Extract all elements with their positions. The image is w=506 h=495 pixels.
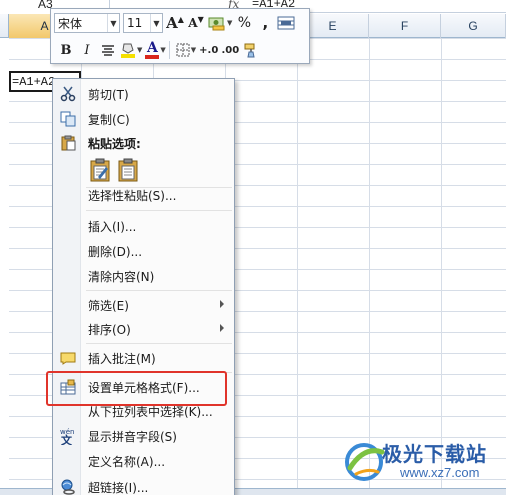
watermark: 极光下载站 www.xz7.com <box>340 436 506 488</box>
menu-item-copy[interactable]: 复制(C) <box>53 107 234 131</box>
watermark-url: www.xz7.com <box>400 465 480 480</box>
menu-separator <box>86 290 232 291</box>
menu-separator <box>86 210 232 211</box>
shrink-font-button[interactable]: A ▼ <box>187 13 205 33</box>
menu-item-cut[interactable]: 剪切(T) <box>53 82 234 106</box>
scissors-icon <box>59 86 76 102</box>
menu-item-filter[interactable]: 筛选(E) <box>53 293 234 317</box>
font-color-button[interactable]: A ▼ <box>145 39 166 60</box>
gridline <box>369 38 370 488</box>
menu-item-delete[interactable]: 删除(D)... <box>53 239 234 263</box>
menu-item-label: 排序(O) <box>88 323 131 337</box>
menu-item-label: 删除(D)... <box>88 245 143 259</box>
align-center-icon <box>102 45 114 56</box>
menu-item-label: 插入(I)... <box>88 220 137 234</box>
column-header-f[interactable]: F <box>369 14 441 38</box>
italic-button[interactable]: I <box>78 40 96 60</box>
menu-item-label: 选择性粘贴(S)... <box>88 189 177 203</box>
paste-values-button[interactable] <box>116 157 140 183</box>
menu-item-label: 剪切(T) <box>88 88 129 102</box>
chevron-down-icon: ▼ <box>107 14 119 32</box>
gridline <box>441 38 442 488</box>
menu-item-sort[interactable]: 排序(O) <box>53 317 234 341</box>
phonetic-icon: wén 文 <box>59 428 76 445</box>
comment-icon <box>59 350 76 366</box>
menu-separator <box>86 343 232 344</box>
menu-item-show-phonetic[interactable]: wén 文 显示拼音字段(S) <box>53 424 234 448</box>
font-name-value: 宋体 <box>58 16 83 31</box>
font-size-select[interactable]: 11 ▼ <box>123 13 163 33</box>
comma-style-button[interactable]: , <box>256 13 274 33</box>
menu-item-label: 插入批注(M) <box>88 352 156 366</box>
borders-icon <box>176 43 190 57</box>
mini-toolbar: 宋体 ▼ 11 ▼ A ▲ A ▼ ▼ % , B I ▼ A ▼ ▼ +.0 … <box>50 8 310 64</box>
percent-button[interactable]: % <box>235 13 253 33</box>
annotation-highlight-box <box>46 371 227 406</box>
merge-center-button[interactable] <box>277 13 295 33</box>
mini-toolbar-row-2: B I ▼ A ▼ ▼ +.0 .00 <box>54 39 260 61</box>
grow-font-icon: A <box>166 14 178 32</box>
menu-item-label: 筛选(E) <box>88 299 129 313</box>
submenu-arrow-icon <box>220 324 224 332</box>
gridline <box>297 38 298 488</box>
merge-cells-icon <box>277 16 295 30</box>
fill-color-swatch <box>121 54 135 58</box>
context-menu: 剪切(T) 复制(C) 粘贴选项: 选择性粘贴(S)... 插入(I)... 删… <box>52 78 235 495</box>
font-size-value: 11 <box>127 16 143 30</box>
menu-item-insert[interactable]: 插入(I)... <box>53 214 234 238</box>
select-all-corner[interactable] <box>0 14 9 38</box>
toolbar-separator <box>168 41 170 59</box>
font-color-icon: A <box>146 39 158 56</box>
currency-icon <box>208 17 225 31</box>
paste-values-icon <box>118 158 138 182</box>
menu-item-clear-contents[interactable]: 清除内容(N) <box>53 264 234 288</box>
font-name-select[interactable]: 宋体 ▼ <box>54 13 120 33</box>
hyperlink-icon <box>59 479 76 495</box>
menu-item-paste-special[interactable]: 选择性粘贴(S)... <box>53 183 234 207</box>
decrease-decimal-button[interactable]: .00 <box>221 40 239 60</box>
watermark-title: 极光下载站 <box>382 442 487 466</box>
format-painter-icon <box>244 43 255 58</box>
menu-item-label: 复制(C) <box>88 113 130 127</box>
mini-toolbar-row-1: 宋体 ▼ 11 ▼ A ▲ A ▼ ▼ % , <box>54 12 295 34</box>
borders-button[interactable]: ▼ <box>176 40 196 60</box>
svg-text:文: 文 <box>61 433 73 445</box>
grow-font-button[interactable]: A ▲ <box>166 13 184 33</box>
menu-item-label: 粘贴选项: <box>88 137 141 151</box>
menu-item-label: 清除内容(N) <box>88 270 155 284</box>
fill-color-button[interactable]: ▼ <box>120 40 142 60</box>
bold-button[interactable]: B <box>57 40 75 60</box>
submenu-arrow-icon <box>220 300 224 308</box>
clipboard-icon <box>59 135 76 151</box>
paste-icon <box>90 158 110 182</box>
paste-options-row <box>88 157 144 185</box>
increase-decimal-button[interactable]: +.0 <box>199 40 218 60</box>
format-painter-button[interactable] <box>242 40 260 60</box>
chevron-down-icon: ▼ <box>150 14 162 32</box>
menu-item-hyperlink[interactable]: 超链接(I)... <box>53 475 234 495</box>
menu-item-label: 超链接(I)... <box>88 481 149 495</box>
copy-icon <box>59 111 76 127</box>
menu-item-define-name[interactable]: 定义名称(A)... <box>53 449 234 473</box>
accounting-format-button[interactable]: ▼ <box>208 13 232 33</box>
menu-item-label: 定义名称(A)... <box>88 455 166 469</box>
fill-bucket-icon <box>121 43 135 58</box>
paste-button[interactable] <box>88 157 112 183</box>
menu-item-insert-comment[interactable]: 插入批注(M) <box>53 346 234 370</box>
menu-item-paste-options: 粘贴选项: <box>53 131 234 155</box>
column-header-g[interactable]: G <box>441 14 506 38</box>
menu-item-label: 显示拼音字段(S) <box>88 430 177 444</box>
align-center-button[interactable] <box>99 40 117 60</box>
shrink-font-icon: A <box>188 16 198 30</box>
font-color-swatch <box>145 54 160 59</box>
